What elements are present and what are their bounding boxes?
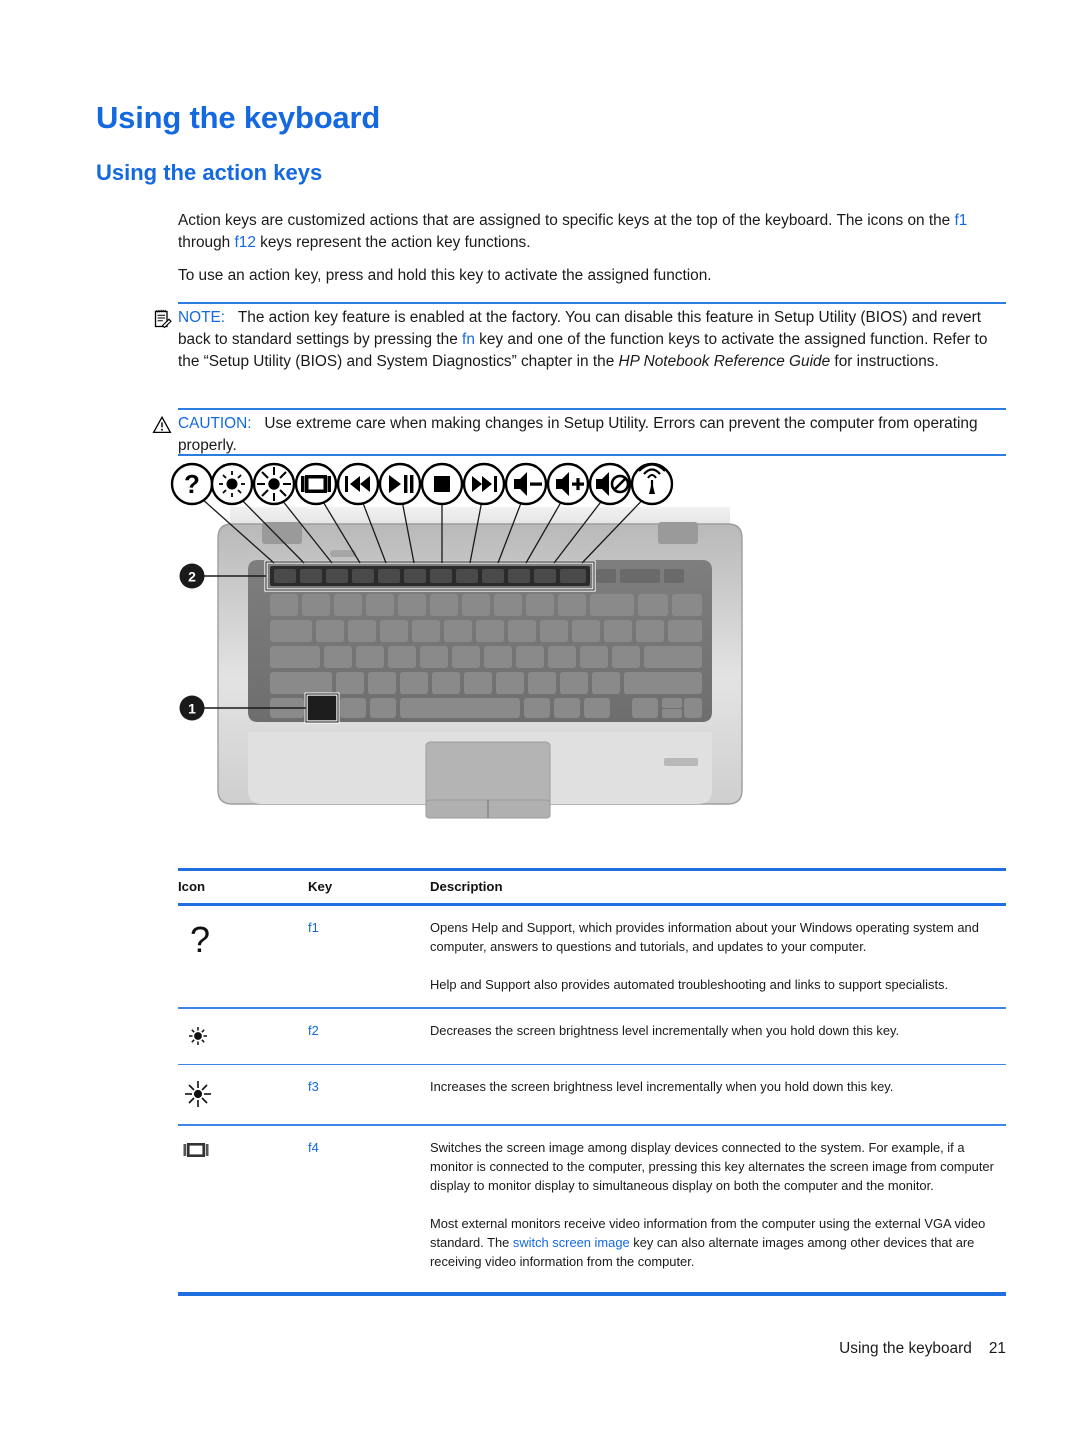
svg-text:?: ? — [184, 469, 200, 499]
row-key[interactable]: f3 — [308, 1077, 430, 1111]
row-description-para: Decreases the screen brightness level in… — [430, 1022, 900, 1038]
help-question-mark-icon: ? — [190, 919, 210, 960]
page-footer: Using the keyboard 21 — [178, 1292, 1006, 1357]
row-icon-cell: ? — [178, 918, 308, 994]
footer-rule — [178, 1292, 1006, 1296]
row-icon-cell — [178, 1077, 308, 1111]
table-row: f4 Switches the screen image among displ… — [178, 1126, 1006, 1284]
link-fn[interactable]: fn — [462, 331, 475, 348]
note-content: NOTE: The action key feature is enabled … — [178, 307, 1006, 373]
note-rule-top — [178, 302, 1006, 304]
note-label: NOTE: — [178, 309, 226, 326]
caution-content: CAUTION: Use extreme care when making ch… — [178, 413, 1006, 457]
header-description: Description — [430, 879, 503, 894]
link-f12[interactable]: f12 — [234, 234, 255, 251]
laptop-illustration: 2 1 ? — [170, 462, 790, 862]
caution-label: CAUTION: — [178, 415, 252, 432]
row-description-para: Increases the screen brightness level in… — [430, 1079, 894, 1095]
intro-text-a: Action keys are customized actions that … — [178, 212, 955, 229]
header-icon: Icon — [178, 879, 206, 894]
row-description-para-2: Most external monitors receive video inf… — [430, 1214, 1006, 1271]
usage-paragraph: To use an action key, press and hold thi… — [178, 267, 712, 284]
note-italic-title: HP Notebook Reference Guide — [618, 353, 831, 370]
note-text-c: for instructions. — [830, 353, 939, 370]
footer-text: Using the keyboard 21 — [839, 1340, 1006, 1357]
callout-1-label: 1 — [188, 701, 196, 717]
caution-rule-bottom — [178, 454, 1006, 456]
row-icon-cell — [178, 1021, 308, 1051]
table-header-row: Icon Key Description — [178, 871, 1006, 903]
brightness-down-icon — [189, 1026, 207, 1045]
caution-block: CAUTION: Use extreme care when making ch… — [152, 408, 1006, 457]
row-description-para: Help and Support also provides automated… — [430, 977, 949, 992]
document-page: Using the keyboard Using the action keys… — [0, 0, 1080, 1437]
header-key: Key — [308, 879, 333, 894]
table-row: f3 Increases the screen brightness level… — [178, 1065, 1006, 1124]
row-description: Switches the screen image among display … — [430, 1138, 1006, 1271]
callout-2-label: 2 — [188, 569, 196, 585]
row-description: Decreases the screen brightness level in… — [430, 1021, 1006, 1051]
warning-triangle-icon — [152, 415, 172, 435]
row-description-para: Switches the screen image among display … — [430, 1139, 994, 1193]
switch-screen-image-icon — [183, 1142, 209, 1157]
svg-text:?: ? — [190, 919, 210, 960]
section-title: Using the action keys — [96, 160, 323, 185]
row-description: Increases the screen brightness level in… — [430, 1077, 1006, 1111]
table-row: ? f1 Opens Help and Support, which provi… — [178, 906, 1006, 1007]
row-key[interactable]: f2 — [308, 1021, 430, 1051]
row-key[interactable]: f1 — [308, 918, 430, 994]
row-description: Opens Help and Support, which provides i… — [430, 918, 1006, 994]
page-title: Using the keyboard — [96, 100, 381, 135]
caution-rule-top — [178, 408, 1006, 410]
note-pad-icon — [152, 309, 172, 329]
link-switch-screen-image[interactable]: switch screen image — [513, 1235, 630, 1250]
note-block: NOTE: The action key feature is enabled … — [154, 302, 1006, 394]
caution-text: Use extreme care when making changes in … — [178, 415, 978, 454]
intro-paragraph: Action keys are customized actions that … — [178, 210, 1006, 254]
row-key[interactable]: f4 — [308, 1138, 430, 1271]
intro-text-b: through — [178, 234, 235, 251]
row-description-para: Opens Help and Support, which provides i… — [430, 920, 979, 954]
table-row: f2 Decreases the screen brightness level… — [178, 1009, 1006, 1064]
brightness-up-icon — [185, 1081, 211, 1108]
row-icon-cell — [178, 1138, 308, 1271]
action-keys-table: Icon Key Description ? f1 Opens Help and… — [178, 868, 1006, 1284]
intro-text-c: keys represent the action key functions. — [255, 234, 531, 251]
link-f1[interactable]: f1 — [955, 212, 968, 229]
